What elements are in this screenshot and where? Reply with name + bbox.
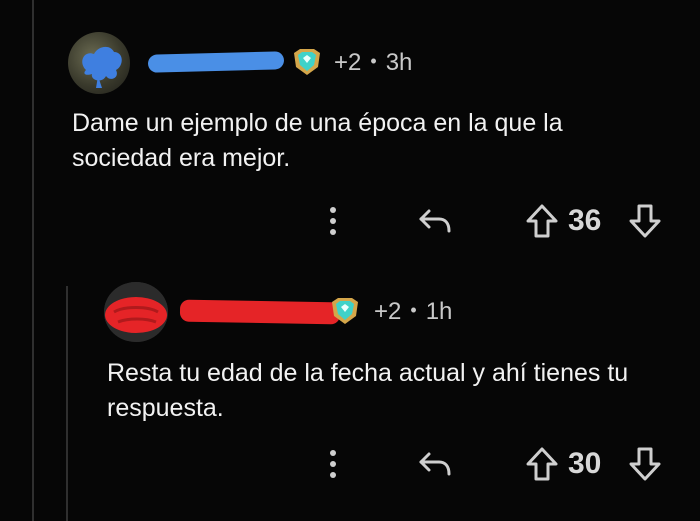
award-count: +2 [374, 298, 402, 325]
award-badge-icon [290, 47, 324, 77]
comment-actions: 30 [310, 443, 690, 483]
reply-icon[interactable] [415, 204, 455, 238]
separator-dot: • [370, 51, 377, 71]
avatar[interactable] [68, 32, 130, 94]
timestamp: 3h [385, 49, 413, 76]
comment-body: Resta tu edad de la fecha actual y ahí t… [107, 359, 629, 422]
more-vertical-icon[interactable] [322, 449, 344, 479]
thread-line [32, 0, 34, 521]
comment-meta: +2 • 1h [374, 298, 452, 326]
timestamp: 1h [425, 298, 453, 325]
comment-body: Dame un ejemplo de una época en la que l… [72, 109, 563, 172]
more-vertical-icon[interactable] [322, 206, 344, 236]
upvote-icon[interactable] [524, 445, 560, 483]
vote-score: 36 [568, 204, 602, 237]
username-redaction [147, 51, 285, 73]
award-count: +2 [334, 49, 362, 76]
username-redaction [179, 299, 341, 325]
award-badge-icon [328, 296, 362, 326]
comment-actions: 36 [310, 200, 690, 240]
separator-dot: • [410, 300, 417, 320]
avatar[interactable] [104, 282, 168, 342]
downvote-icon[interactable] [627, 445, 663, 483]
reply-thread-line [66, 286, 68, 521]
upvote-icon[interactable] [524, 202, 560, 240]
vote-score: 30 [568, 447, 602, 480]
comment-meta: +2 • 3h [334, 49, 412, 77]
downvote-icon[interactable] [627, 202, 663, 240]
reply-icon[interactable] [415, 447, 455, 481]
